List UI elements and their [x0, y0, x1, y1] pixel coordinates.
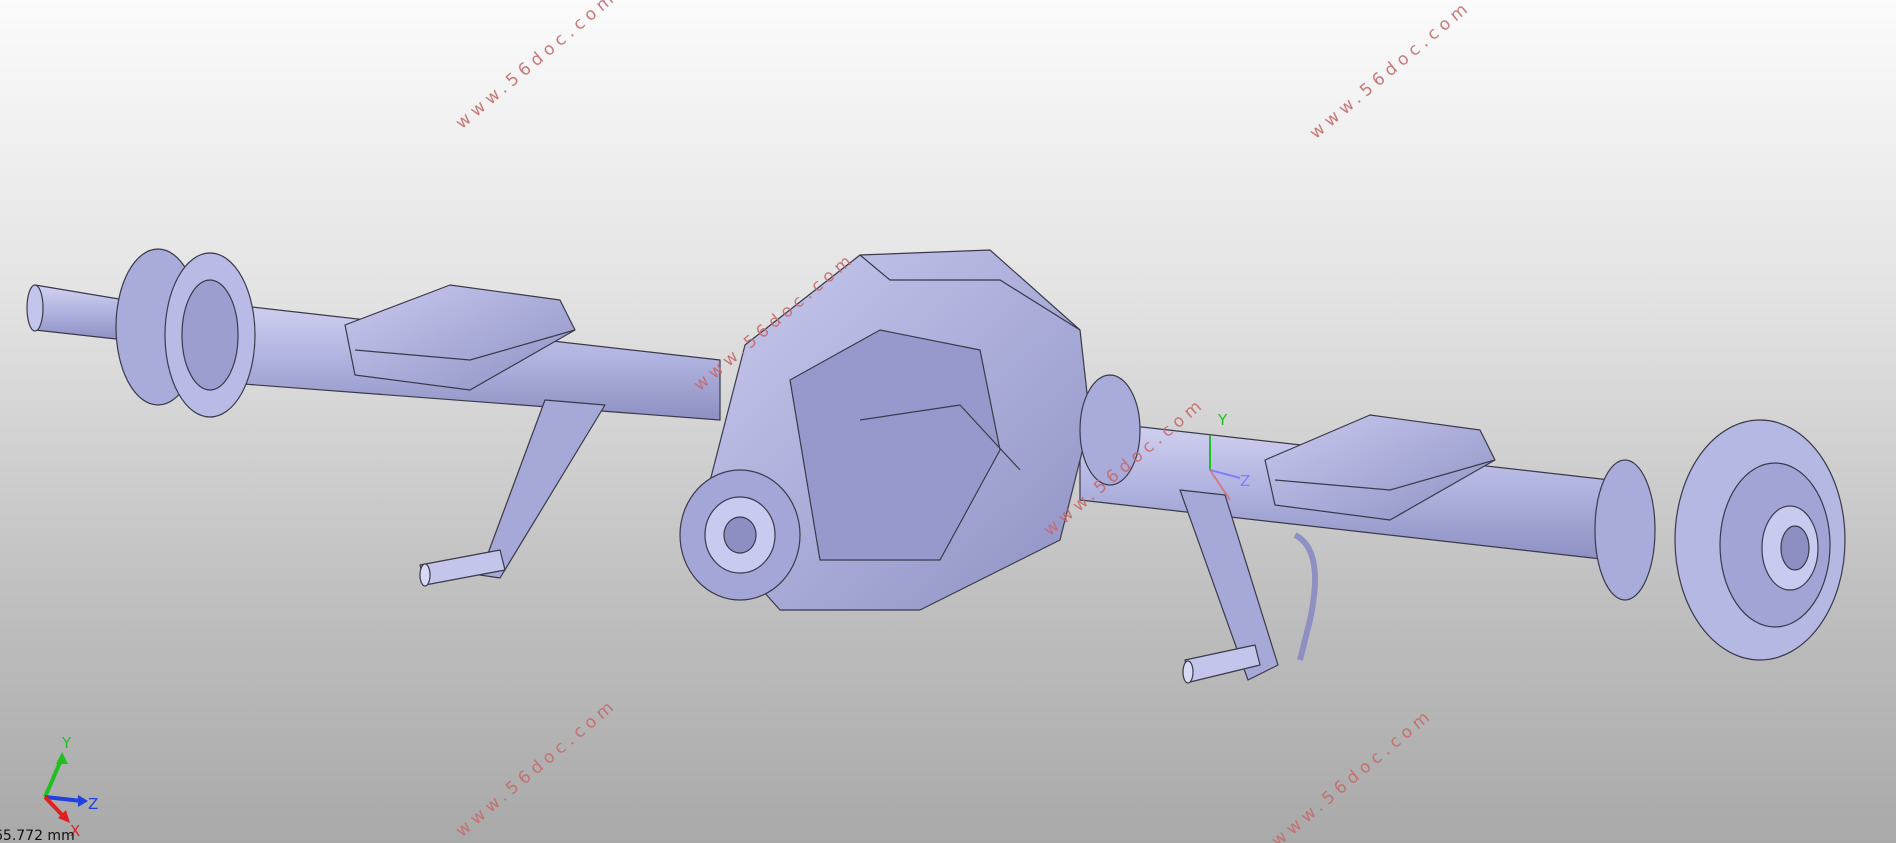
part-triad-y-label: Y [1217, 411, 1228, 429]
3d-viewport[interactable]: Y Z Y Z X www.56doc.com www.56doc.com ww… [0, 0, 1896, 843]
part-triad-z-label: Z [1240, 472, 1250, 490]
view-triad-y-label: Y [61, 734, 72, 752]
view-orientation-triad[interactable]: Y Z X [43, 734, 98, 840]
left-hub-stub [34, 284, 126, 341]
scale-readout: 65.772 mm [0, 828, 75, 843]
view-triad-z-label: Z [88, 795, 98, 813]
rear-axle-model[interactable]: Y Z Y Z X [0, 0, 1896, 843]
